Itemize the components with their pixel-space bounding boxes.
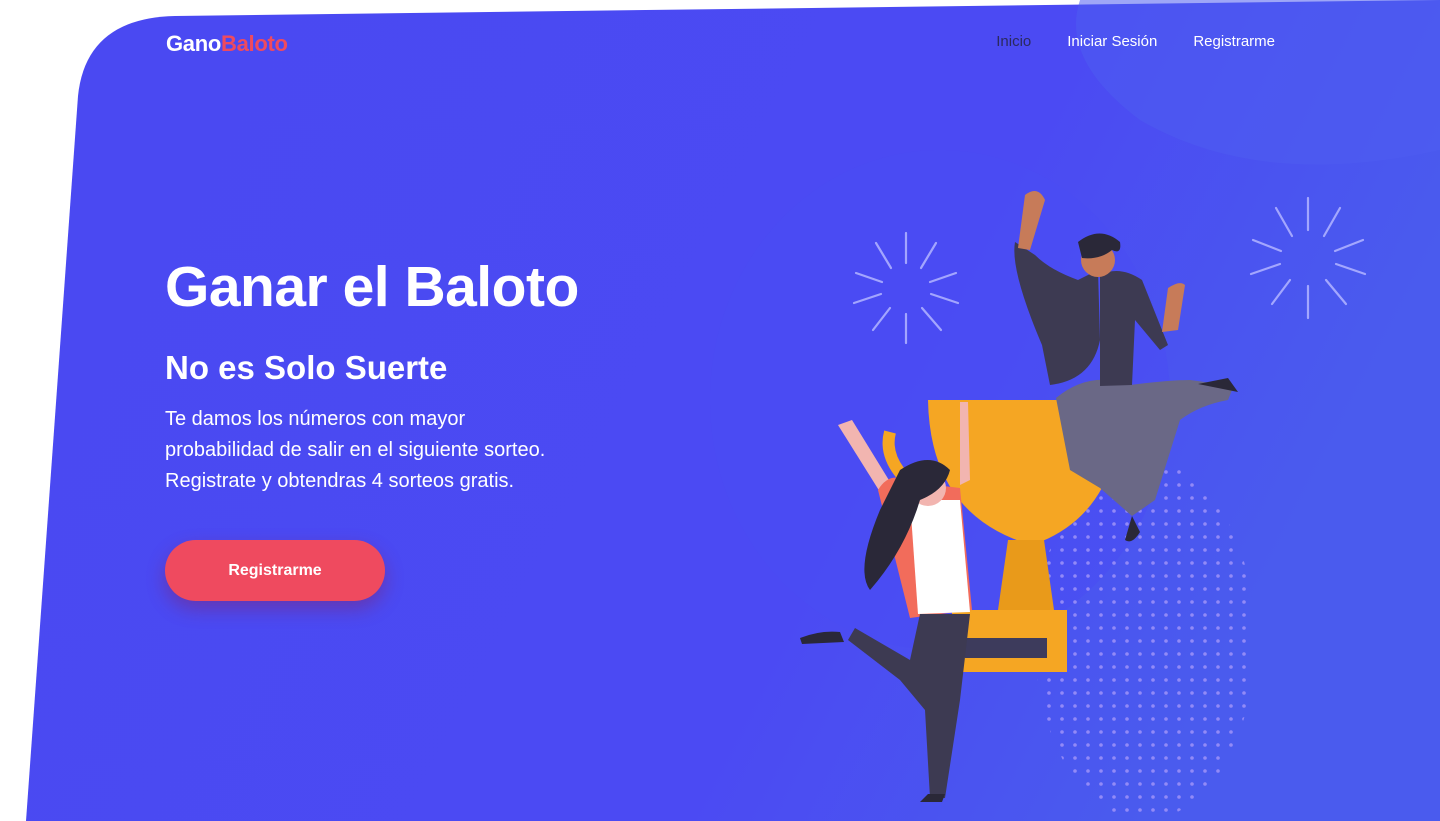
nav-item-inicio[interactable]: Inicio	[996, 33, 1031, 50]
register-button[interactable]: Registrarme	[165, 540, 385, 601]
main-nav: Inicio Iniciar Sesión Registrarme	[996, 33, 1275, 50]
landing-page: GanoBaloto Inicio Iniciar Sesión Registr…	[0, 0, 1440, 821]
logo-text-part1: Gano	[166, 31, 222, 56]
hero-title: Ganar el Baloto	[165, 255, 579, 319]
nav-item-registrarme[interactable]: Registrarme	[1193, 33, 1275, 50]
site-header: GanoBaloto Inicio Iniciar Sesión Registr…	[0, 0, 1440, 90]
logo-text-part2: Baloto	[221, 31, 288, 56]
hero-subtitle: No es Solo Suerte	[165, 349, 448, 386]
nav-item-iniciar-sesion[interactable]: Iniciar Sesión	[1067, 33, 1157, 50]
brand-logo[interactable]: GanoBaloto	[166, 31, 288, 57]
celebration-illustration	[800, 191, 1367, 820]
hero-description-line: probabilidad de salir en el siguiente so…	[165, 439, 546, 461]
hero-description: Te damos los números con mayor probabili…	[165, 404, 625, 497]
hero-description-line: Registrate y obtendras 4 sorteos gratis.	[165, 470, 515, 492]
hero-description-line: Te damos los números con mayor	[165, 408, 466, 430]
